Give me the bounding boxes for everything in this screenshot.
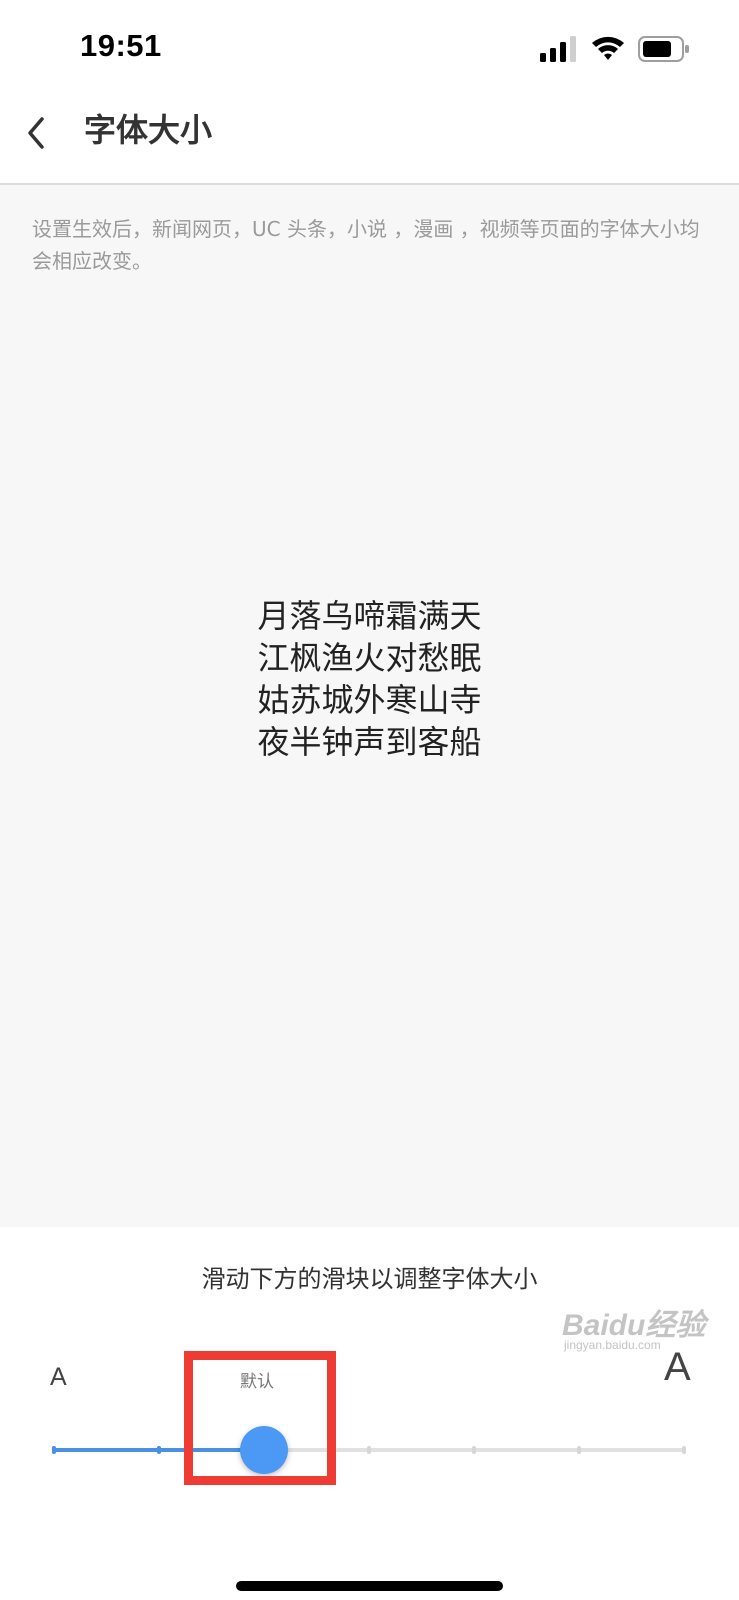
slider-tick[interactable]	[472, 1446, 476, 1454]
small-font-label: A	[50, 1363, 67, 1391]
font-size-slider-track[interactable]	[52, 1446, 686, 1454]
slider-instruction: 滑动下方的滑块以调整字体大小	[201, 1265, 538, 1293]
wifi-icon	[592, 36, 624, 60]
nav-bar: 字体大小	[0, 95, 739, 185]
watermark-url: jingyan.baidu.com	[564, 1338, 661, 1352]
settings-hint: 设置生效后，新闻网页，UC 头条，小说 ，漫画 ，视频等页面的字体大小均会相应改…	[32, 217, 700, 273]
screen: 19:51 字体大小 设置生效后，新闻网页，UC 头条，小说 ，漫画 ，视频等页…	[0, 0, 739, 1600]
poem-line: 夜半钟声到客船	[257, 723, 482, 761]
page-title: 字体大小	[84, 111, 213, 149]
status-bar: 19:51	[0, 0, 739, 95]
chevron-left-icon	[28, 117, 44, 149]
font-preview-area: 设置生效后，新闻网页，UC 头条，小说 ，漫画 ，视频等页面的字体大小均会相应改…	[0, 185, 739, 1227]
home-indicator[interactable]	[236, 1581, 503, 1591]
poem-line: 月落乌啼霜满天	[257, 597, 482, 635]
slider-tick[interactable]	[682, 1446, 686, 1454]
highlight-annotation-box	[184, 1351, 336, 1485]
slider-tick[interactable]	[52, 1446, 56, 1454]
poem-line: 江枫渔火对愁眠	[257, 639, 482, 677]
poem-line: 姑苏城外寒山寺	[257, 681, 482, 719]
battery-icon	[638, 36, 689, 62]
status-time: 19:51	[80, 28, 162, 63]
slider-tick[interactable]	[157, 1446, 161, 1454]
slider-tick[interactable]	[367, 1446, 371, 1454]
font-size-controls: 滑动下方的滑块以调整字体大小 A A 默认	[0, 1227, 739, 1600]
cellular-signal-icon	[540, 36, 576, 62]
slider-tick[interactable]	[577, 1446, 581, 1454]
back-button[interactable]	[16, 103, 72, 167]
baidu-watermark: Baidu经验 jingyan.baidu.com	[562, 1300, 712, 1360]
sample-poem: 月落乌啼霜满天 江枫渔火对愁眠 姑苏城外寒山寺 夜半钟声到客船	[0, 595, 739, 763]
